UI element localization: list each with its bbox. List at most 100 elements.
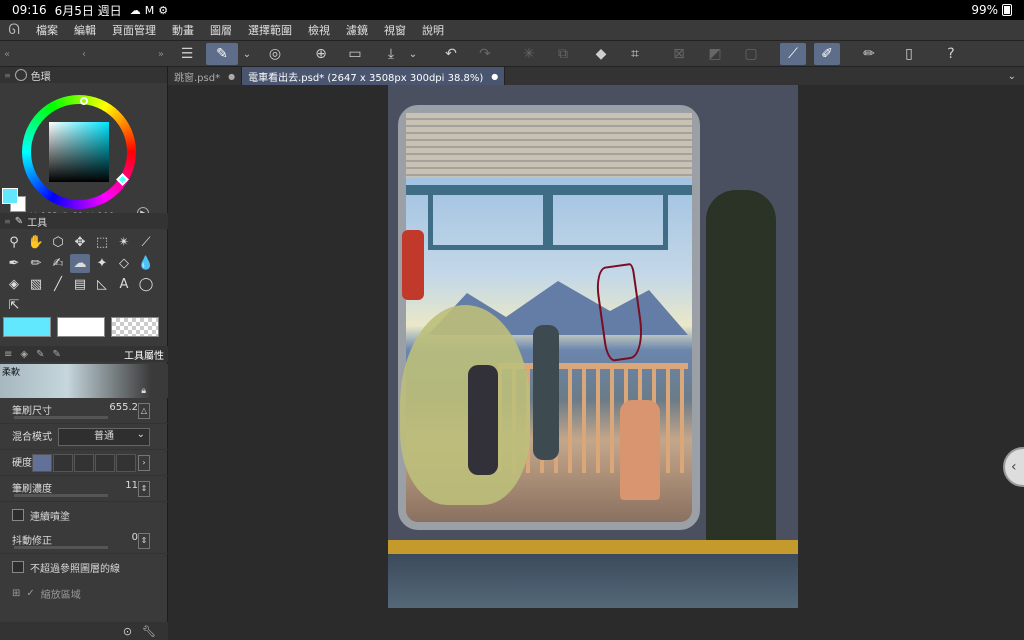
balloon-tool-icon[interactable]: ◯ — [136, 275, 156, 294]
grip-icon[interactable]: ≡ — [4, 71, 11, 80]
close-dot-icon[interactable]: ● — [228, 72, 235, 81]
tabs-chevron-down-icon[interactable]: ⌄ — [1008, 71, 1016, 82]
density-value[interactable]: 11 — [125, 480, 138, 491]
main-color-big-swatch[interactable] — [3, 317, 51, 337]
continuous-spray-checkbox[interactable] — [12, 509, 24, 521]
hardness-selector[interactable] — [32, 454, 136, 472]
smart-edit-icon[interactable]: ✎ — [206, 43, 238, 65]
density-stepper[interactable]: ⇕ — [138, 481, 150, 497]
menu-window[interactable]: 視窗 — [376, 22, 414, 38]
pen-tab-icon[interactable]: ✎ — [52, 349, 60, 360]
settings-icon: ⚙ — [158, 3, 169, 17]
clear-icon[interactable]: ⊠ — [666, 43, 692, 65]
copy-icon[interactable]: ⧉ — [550, 43, 576, 65]
check-icon: ✓ — [26, 587, 35, 599]
ruler-tool-icon[interactable]: ◺ — [92, 275, 112, 294]
gradient-tool-icon[interactable]: ▧ — [26, 275, 46, 294]
device-icon[interactable]: ▯ — [896, 43, 922, 65]
close-dot-icon[interactable]: ● — [491, 72, 498, 81]
lock-icon[interactable]: 🔒︎ — [141, 386, 146, 396]
wrench-icon[interactable]: 🔧︎ — [142, 625, 156, 638]
text-tool-icon[interactable]: A — [114, 275, 134, 294]
download-icon[interactable]: ⊙ — [123, 625, 132, 638]
brush-size-slider[interactable] — [14, 416, 108, 419]
tab-document-1[interactable]: 跳窗.psd* ● — [168, 67, 243, 85]
hardness-expand-icon[interactable]: › — [138, 455, 150, 471]
menu-edit[interactable]: 編輯 — [66, 22, 104, 38]
app-logo-icon[interactable]: ᘏ — [0, 22, 28, 38]
grip-icon[interactable]: ≡ — [4, 349, 12, 360]
chevron-left-icon[interactable]: ‹ — [82, 49, 86, 60]
sub-color-big-swatch[interactable] — [57, 317, 105, 337]
pen-line-icon[interactable]: ✏ — [856, 43, 882, 65]
move-tool-icon[interactable]: ✥ — [70, 233, 90, 252]
grip-icon[interactable]: ≡ — [4, 217, 11, 226]
open-folder-icon[interactable]: ▭ — [342, 43, 368, 65]
menu-help[interactable]: 說明 — [414, 22, 452, 38]
brush-size-label: 筆刷尺寸 — [12, 406, 52, 417]
stabilization-slider[interactable] — [14, 546, 108, 549]
transparent-big-swatch[interactable] — [111, 317, 159, 337]
tab-document-2[interactable]: 電車看出去.psd* (2647 x 3508px 300dpi 38.8%) … — [242, 67, 506, 85]
eraser-tool-icon[interactable]: ◇ — [114, 254, 134, 273]
mail-icon: M — [144, 3, 155, 17]
eyedropper-icon[interactable]: ⟋ — [136, 233, 156, 252]
redo-icon[interactable]: ↷ — [472, 43, 498, 65]
fill-bucket-icon[interactable]: ◆ — [588, 43, 614, 65]
art-truss-left — [428, 195, 548, 250]
blend-tool-icon[interactable]: 💧 — [136, 254, 156, 273]
new-file-icon[interactable]: ⊕ — [308, 43, 334, 65]
pen-stroke-icon[interactable]: ⟋ — [780, 43, 806, 65]
decoration-tool-icon[interactable]: ✦ — [92, 254, 112, 273]
density-slider[interactable] — [14, 494, 108, 497]
hamburger-menu-icon[interactable]: ☰ — [174, 43, 200, 65]
save-icon[interactable]: ⤓ — [378, 43, 404, 65]
menu-page-management[interactable]: 頁面管理 — [104, 22, 164, 38]
zoom-tool-icon[interactable]: ⚲ — [4, 233, 24, 252]
frame-tool-icon[interactable]: ▤ — [70, 275, 90, 294]
chevron-down-icon[interactable]: ⌄ — [238, 43, 256, 65]
invert-icon[interactable]: ◩ — [702, 43, 728, 65]
hue-knob[interactable] — [80, 97, 88, 105]
menu-selection[interactable]: 選擇範圍 — [240, 22, 300, 38]
stabilization-stepper[interactable]: ⇕ — [138, 533, 150, 549]
brush-tool-icon[interactable]: ✍ — [48, 254, 68, 273]
blend-mode-select[interactable]: 普通 — [58, 427, 150, 446]
tool-panel-title: 工具 — [27, 217, 48, 229]
menu-filter[interactable]: 濾鏡 — [338, 22, 376, 38]
selection-tool-icon[interactable]: ⬚ — [92, 233, 112, 252]
menu-view[interactable]: 檢視 — [300, 22, 338, 38]
frame-icon[interactable]: ▢ — [738, 43, 764, 65]
collapse-left-icon[interactable]: « — [4, 49, 10, 60]
main-color-swatch[interactable] — [2, 188, 18, 204]
undo-icon[interactable]: ↶ — [438, 43, 464, 65]
saturation-value-square[interactable] — [49, 122, 109, 182]
expand-panel-icon[interactable]: » — [158, 49, 164, 60]
brush-size-stepper[interactable]: △ — [138, 403, 150, 419]
fill-tool-icon[interactable]: ◈ — [4, 275, 24, 294]
brush-tab-icon[interactable]: ✎ — [36, 349, 44, 360]
transform-icon[interactable]: ⌗ — [622, 43, 648, 65]
menu-layer[interactable]: 圖層 — [202, 22, 240, 38]
layer-tab-icon[interactable]: ◈ — [20, 349, 28, 360]
artwork-canvas[interactable] — [388, 85, 798, 608]
magic-wand-icon[interactable]: ✴ — [114, 233, 134, 252]
correct-line-tool-icon[interactable]: ⇱ — [4, 296, 24, 315]
expand-plus-icon[interactable]: ⊞ — [12, 588, 20, 599]
help-icon[interactable]: ? — [938, 43, 964, 65]
object-tool-icon[interactable]: ⬡ — [48, 233, 68, 252]
loading-icon[interactable]: ✳ — [516, 43, 542, 65]
save-chevron-icon[interactable]: ⌄ — [404, 43, 422, 65]
airbrush-tool-icon[interactable]: ☁ — [70, 254, 90, 273]
brush-stroke-icon[interactable]: ✐ — [814, 43, 840, 65]
brush-size-value[interactable]: 655.2 — [109, 402, 138, 413]
canvas-area[interactable] — [168, 85, 1024, 640]
line-tool-icon[interactable]: ╱ — [48, 275, 68, 294]
hand-tool-icon[interactable]: ✋ — [26, 233, 46, 252]
pencil-tool-icon[interactable]: ✏ — [26, 254, 46, 273]
ref-layer-checkbox[interactable] — [12, 561, 24, 573]
menu-file[interactable]: 檔案 — [28, 22, 66, 38]
menu-animation[interactable]: 動畫 — [164, 22, 202, 38]
companion-mode-icon[interactable]: ◎ — [262, 43, 288, 65]
pen-tool-icon[interactable]: ✒ — [4, 254, 24, 273]
